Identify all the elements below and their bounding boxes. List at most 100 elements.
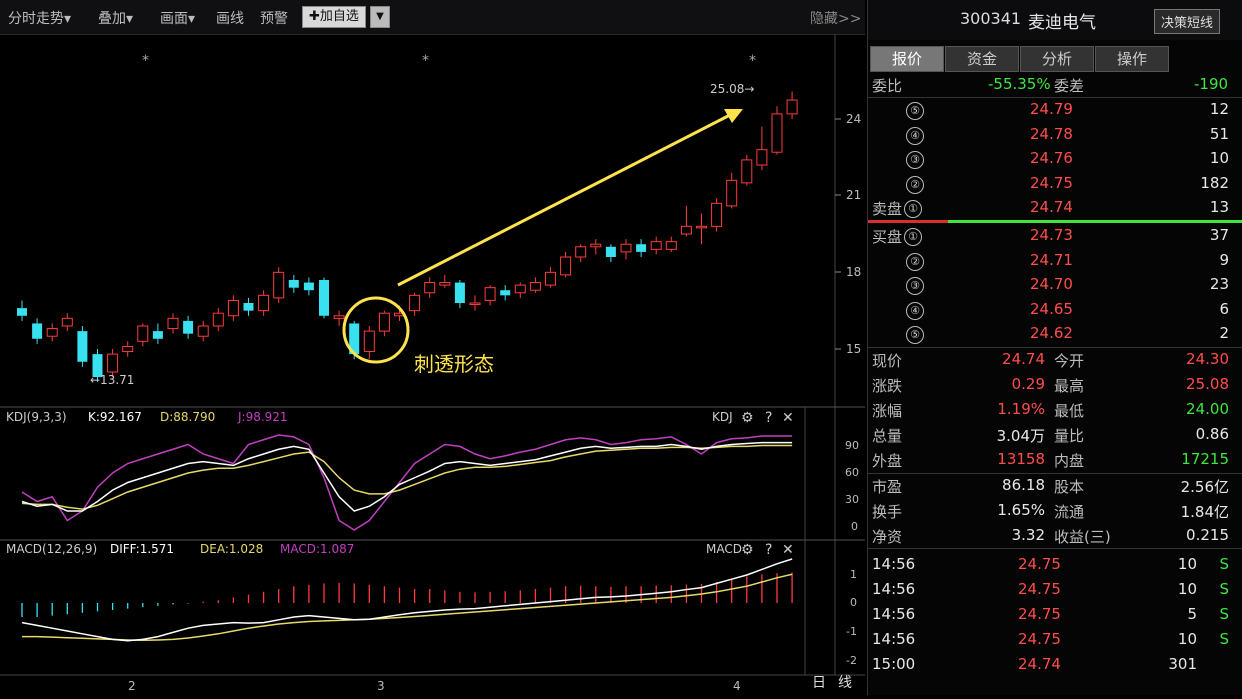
bid-row[interactable]: ④ 24.65 6 — [868, 298, 1242, 323]
kdj-y-tick: 0 — [851, 520, 858, 533]
candle-body — [665, 241, 677, 250]
level-badge: ④ — [906, 126, 924, 145]
ask-row[interactable]: ④ 24.78 51 — [868, 123, 1242, 148]
bid-volume: 6 — [1219, 299, 1229, 318]
ask-row[interactable]: ③ 24.76 10 — [868, 147, 1242, 172]
candle-body — [197, 325, 209, 337]
decide-short-button[interactable]: 决策短线 — [1154, 9, 1221, 34]
overlay-menu[interactable]: 叠加▾ — [98, 8, 133, 28]
ask-row[interactable]: 卖盘 ① 24.74 13 — [868, 196, 1242, 221]
macd-value: MACD:1.087 — [280, 542, 354, 556]
ask-price: 24.78 — [1030, 124, 1073, 143]
candle-body — [378, 312, 390, 332]
chart-toolbar: 分时走势▾ 叠加▾ 画面▾ 画线 预警 ✚加自选 ▼ 隐藏>> — [0, 0, 865, 35]
bid-row[interactable]: 买盘 ① 24.73 37 — [868, 224, 1242, 249]
level-badge: ② — [906, 175, 924, 194]
bid-volume: 23 — [1209, 275, 1229, 293]
tick-volume: 10 — [1177, 555, 1197, 573]
collapse-panel-button[interactable]: 隐藏>> — [810, 8, 861, 28]
kdj-y-tick: 30 — [845, 493, 859, 506]
ask-price: 24.74 — [1030, 198, 1073, 216]
stat-row: 涨幅 1.19% 最低 24.00 — [868, 398, 1242, 423]
weicha-label: 委差 — [1054, 77, 1085, 95]
candle-body — [122, 345, 134, 353]
add-watchlist-button[interactable]: ✚加自选 — [302, 6, 366, 28]
kdj-y-tick: 60 — [845, 466, 859, 479]
level-badge: ⑤ — [906, 326, 924, 344]
tick-volume: 10 — [1177, 630, 1197, 648]
bid-price: 24.73 — [1030, 226, 1073, 244]
candle-body — [560, 256, 572, 276]
kdj-d-value: D:88.790 — [160, 410, 215, 424]
bid-price: 24.70 — [1030, 275, 1073, 293]
tick-volume: 301 — [1168, 655, 1197, 673]
gear-icon[interactable]: ⚙ — [741, 542, 754, 558]
candle-body — [424, 282, 436, 294]
tab-quote[interactable]: 报价 — [870, 46, 944, 72]
event-marker[interactable]: * — [142, 53, 149, 69]
chevron-down-icon[interactable]: ▼ — [370, 6, 390, 28]
stat-label: 流通 — [1054, 503, 1085, 521]
alert-button[interactable]: 预警 — [260, 8, 288, 28]
pattern-annotation: 刺透形态 — [414, 352, 494, 376]
candle-body — [620, 243, 632, 253]
stat-value: 1.84亿 — [1180, 503, 1229, 521]
event-marker[interactable]: * — [422, 53, 429, 69]
bid-row[interactable]: ⑤ 24.62 2 — [868, 322, 1242, 347]
stat-label: 现价 — [872, 352, 903, 370]
view-menu[interactable]: 画面▾ — [160, 8, 195, 28]
tab-funds[interactable]: 资金 — [945, 46, 1019, 72]
tick-side: S — [1219, 605, 1229, 623]
stat-label: 净资 — [872, 528, 903, 546]
event-marker[interactable]: * — [749, 53, 756, 69]
stat-row: 换手 1.65% 流通 1.84亿 — [868, 499, 1242, 524]
stat-label: 最低 — [1054, 402, 1085, 420]
stat-row: 外盘 13158 内盘 17215 — [868, 448, 1242, 473]
bid-row[interactable]: ③ 24.70 23 — [868, 273, 1242, 298]
stat-label: 今开 — [1054, 352, 1085, 370]
gear-icon[interactable]: ⚙ — [741, 410, 754, 426]
ask-volume: 10 — [1209, 149, 1229, 167]
quote-tabs: 报价 资金 分析 操作 — [868, 46, 1242, 72]
help-icon[interactable]: ? — [765, 542, 772, 558]
period-tab-day[interactable]: 日 — [812, 672, 826, 694]
candle-body — [545, 271, 556, 286]
stock-chart[interactable]: * * * 24 21 18 15 25.08→ ←13.71 刺透形态 KDJ… — [0, 35, 865, 695]
period-tab-line[interactable]: 线 — [838, 672, 852, 694]
ask-volume: 182 — [1200, 173, 1229, 192]
ask-row[interactable]: ⑤ 24.79 12 — [868, 98, 1242, 123]
draw-line-button[interactable]: 画线 — [216, 8, 244, 28]
stat-label: 内盘 — [1054, 452, 1085, 470]
kdj-k-value: K:92.167 — [88, 410, 142, 424]
kdj-label: KDJ — [712, 410, 733, 424]
stat-label: 股本 — [1054, 478, 1085, 496]
help-icon[interactable]: ? — [765, 410, 772, 426]
bid-price: 24.71 — [1030, 250, 1073, 269]
close-icon[interactable]: ✕ — [782, 410, 794, 426]
candle-body — [409, 294, 421, 312]
candle-body — [363, 330, 375, 353]
tab-analysis[interactable]: 分析 — [1020, 46, 1094, 72]
candle-body — [107, 353, 119, 373]
candle-body — [696, 225, 707, 229]
timeshare-menu[interactable]: 分时走势▾ — [8, 8, 71, 28]
tick-side: S — [1219, 630, 1229, 648]
bid-volume: 9 — [1219, 250, 1229, 269]
candle-body — [514, 284, 526, 294]
bid-row[interactable]: ② 24.71 9 — [868, 249, 1242, 274]
tick-side: S — [1219, 555, 1229, 573]
tick-time: 14:56 — [872, 555, 916, 573]
kdj-j-value: J:98.921 — [237, 410, 288, 424]
quote-panel: 300341 麦迪电气 决策短线 报价 资金 分析 操作 委比 -55.35% … — [867, 0, 1242, 695]
tab-operation[interactable]: 操作 — [1095, 46, 1169, 72]
stat-row: 总量 3.04万 量比 0.86 — [868, 423, 1242, 448]
macd-dea-value: DEA:1.028 — [200, 542, 263, 556]
kdj-k-line — [21, 441, 793, 512]
tick-row: 14:56 24.75 5 S — [868, 603, 1242, 628]
close-icon[interactable]: ✕ — [782, 542, 794, 558]
level-badge: ② — [906, 252, 924, 271]
stat-value: 17215 — [1181, 450, 1229, 468]
ask-row[interactable]: ② 24.75 182 — [868, 172, 1242, 197]
candle-body — [756, 149, 768, 166]
macd-label: MACD — [706, 542, 742, 556]
